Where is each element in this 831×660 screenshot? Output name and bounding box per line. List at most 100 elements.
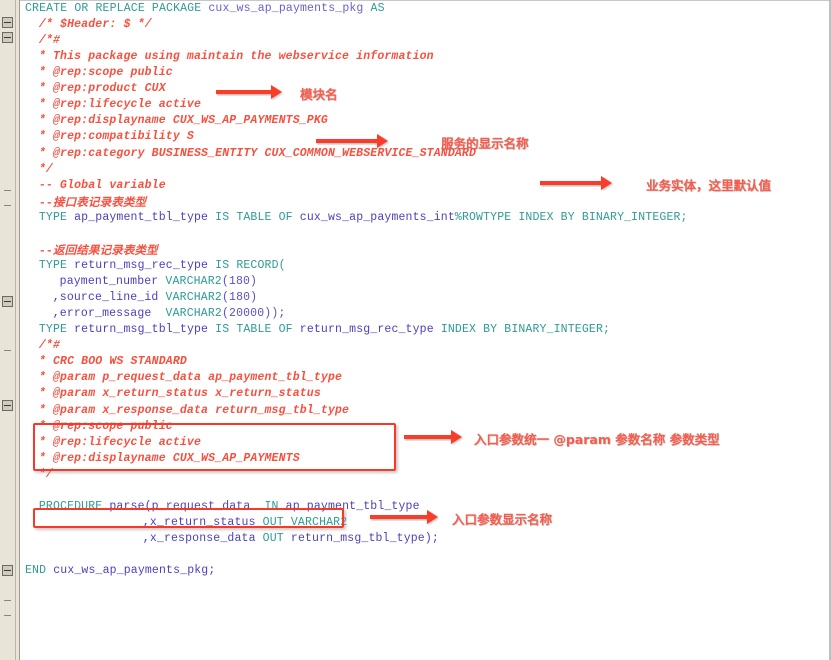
fold-toggle-procedure[interactable] (2, 565, 13, 576)
fold-tick-5 (4, 615, 11, 616)
gutter-separator (15, 0, 16, 660)
code-token: * @rep:scope public (38, 66, 173, 80)
code-line: --返回结果记录表类型 (39, 244, 158, 258)
code-line: * @rep:scope public (39, 67, 173, 79)
code-token: (180) (221, 291, 258, 305)
code-token: * @rep:compatibility S (38, 130, 194, 144)
code-token: %ROWTYPE INDEX BY BINARY_INTEGER; (454, 210, 688, 224)
code-line: * @rep:compatibility S (39, 131, 194, 143)
code-line: * This package using maintain the webser… (39, 51, 434, 63)
code-line: * @rep:lifecycle active (39, 99, 201, 111)
code-line: * @rep:category BUSINESS_ENTITY CUX_COMM… (38, 146, 477, 160)
code-token: VARCHAR2 (165, 307, 222, 321)
annotation-label-param-display-name: 入口参数显示名称 (452, 512, 553, 527)
code-token: END (25, 564, 54, 578)
code-token: INDEX BY BINARY_INTEGER; (433, 323, 611, 337)
fold-toggle-procedure-doc[interactable] (2, 400, 13, 411)
code-editor-screenshot: CREATE OR REPLACE PACKAGE cux_ws_ap_paym… (0, 0, 831, 660)
code-line: /* $Header: $ */ (39, 19, 152, 31)
code-token: */ (38, 162, 53, 176)
code-line: ,error_message VARCHAR2(20000)); (53, 308, 286, 320)
fold-toggle-package-doc[interactable] (2, 32, 13, 43)
code-line: /*# (39, 35, 60, 47)
code-token: /*# (38, 339, 61, 353)
annotation-arrow-module-name (216, 85, 286, 99)
code-token: TYPE (38, 258, 75, 272)
code-token: TYPE (38, 323, 75, 337)
highlight-box-param-lines (33, 423, 396, 471)
code-token: * CRC BOO WS STANDARD (38, 355, 187, 369)
code-token: * @rep:product CUX (38, 82, 166, 96)
code-token: CREATE OR REPLACE PACKAGE (25, 2, 209, 15)
annotation-label-param-convention: 入口参数统一 @param 参数名称 参数类型 (474, 432, 720, 447)
code-token: * @param x_return_status x_return_status (38, 387, 321, 401)
code-token: return_msg_tbl_type (74, 323, 209, 337)
code-token: ,x_response_data (142, 531, 263, 545)
code-token: 接口表记录表类型 (52, 194, 147, 209)
code-token: -- (38, 196, 53, 210)
code-token: -- Global variable (38, 178, 166, 192)
highlight-box-displayname-line (33, 508, 344, 528)
code-token: cux_ws_ap_payments_pkg (208, 2, 364, 15)
annotation-arrow-param-convention (404, 430, 466, 444)
code-line: /*# (39, 340, 60, 352)
code-text-area[interactable]: CREATE OR REPLACE PACKAGE cux_ws_ap_paym… (20, 0, 831, 660)
annotation-label-service-display-name: 服务的显示名称 (441, 136, 529, 151)
fold-tick-3 (4, 350, 11, 351)
code-token: ,source_line_id (52, 291, 166, 305)
code-token: * @param x_response_data return_msg_tbl_… (38, 403, 350, 417)
code-token: IS TABLE OF (208, 323, 300, 337)
code-token: /*# (38, 34, 61, 48)
fold-tick-1 (4, 190, 11, 191)
code-line: * @rep:product CUX (39, 83, 166, 95)
code-line: TYPE ap_payment_tbl_type IS TABLE OF cux… (38, 210, 688, 224)
code-token: * @rep:lifecycle active (38, 98, 202, 112)
code-token: ap_payment_tbl_type (74, 210, 209, 224)
code-token: * This package using maintain the webser… (38, 50, 434, 64)
code-line: payment_number VARCHAR2(180) (60, 276, 257, 288)
annotation-arrow-business-entity (540, 176, 618, 190)
annotation-label-module-name: 模块名 (300, 87, 338, 102)
code-token: return_msg_rec_type (74, 258, 209, 272)
annotation-label-business-entity: 业务实体，这里默认值 (646, 178, 772, 193)
code-token: (180) (221, 275, 258, 289)
code-token: VARCHAR2 (165, 275, 222, 289)
code-token: * @rep:category BUSINESS_ENTITY CUX_COMM… (38, 146, 477, 160)
code-token: cux_ws_ap_payments_int (299, 210, 455, 224)
code-line: CREATE OR REPLACE PACKAGE cux_ws_ap_paym… (25, 3, 385, 15)
code-line: * @rep:displayname CUX_WS_AP_PAYMENTS_PK… (39, 115, 328, 127)
annotation-arrow-service-display-name (316, 134, 392, 148)
code-line: * @param x_return_status x_return_status (39, 388, 321, 400)
code-token: cux_ws_ap_payments_pkg; (53, 564, 216, 578)
code-line: * CRC BOO WS STANDARD (39, 356, 187, 368)
code-token: VARCHAR2 (165, 291, 222, 305)
code-line: * @param p_request_data ap_payment_tbl_t… (39, 372, 342, 384)
code-line: END cux_ws_ap_payments_pkg; (25, 565, 215, 577)
annotation-arrow-param-display-name (370, 510, 442, 524)
code-token: ,error_message (52, 307, 166, 321)
code-line: --接口表记录表类型 (39, 196, 146, 210)
code-token: 返回结果记录表类型 (52, 242, 158, 257)
code-token: IS TABLE OF (208, 210, 300, 224)
fold-tick-2 (4, 205, 11, 206)
code-token: * @rep:displayname CUX_WS_AP_PAYMENTS_PK… (38, 114, 328, 128)
code-token: payment_number (59, 275, 166, 289)
fold-toggle-record-type[interactable] (2, 296, 13, 307)
code-token: TYPE (38, 210, 75, 224)
code-token: OUT (262, 531, 291, 545)
code-token: -- (38, 244, 53, 258)
code-line: * @param x_response_data return_msg_tbl_… (38, 403, 350, 417)
code-token: AS (363, 2, 385, 15)
code-line: TYPE return_msg_tbl_type IS TABLE OF ret… (39, 324, 610, 336)
code-token: (20000)); (221, 307, 286, 321)
code-line: TYPE return_msg_rec_type IS RECORD( (38, 258, 286, 272)
code-token: return_msg_rec_type (299, 323, 434, 337)
code-token: /* $Header: $ */ (38, 18, 152, 32)
code-line: */ (38, 162, 53, 176)
code-token: IS RECORD( (208, 258, 286, 272)
code-line: -- Global variable (38, 178, 166, 192)
fold-toggle-header-comment[interactable] (2, 17, 13, 28)
code-line: ,source_line_id VARCHAR2(180) (53, 292, 258, 304)
code-line: ,x_response_data OUT return_msg_tbl_type… (142, 531, 439, 545)
editor-gutter[interactable] (0, 0, 20, 660)
